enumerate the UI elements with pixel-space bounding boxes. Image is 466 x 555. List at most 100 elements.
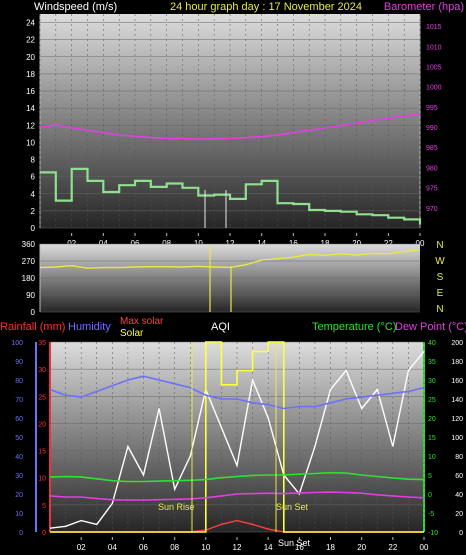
y-tick-label: 8: [31, 156, 36, 165]
y-tick-label: 16: [26, 87, 35, 96]
compass-label: E: [437, 288, 444, 299]
y-tick-label: 90: [26, 291, 35, 300]
temperature-tick-label: 35: [428, 359, 436, 366]
legend-dew-point: Dew Point (°C): [395, 321, 466, 333]
solar-tick-label: 40: [455, 492, 463, 499]
solar-tick-label: 180: [451, 359, 463, 366]
temperature-tick-label: -10: [428, 530, 438, 537]
y2-tick-label: 980: [426, 165, 438, 172]
y-tick-label: 4: [31, 190, 36, 199]
humidity-tick-label: 60: [15, 416, 23, 423]
rainfall-tick-label: 15: [38, 449, 46, 456]
graph-date-title: 24 hour graph day : 17 November 2024: [170, 1, 362, 13]
legend-temperature: Temperature (°C): [312, 321, 396, 333]
barometer-y-ticks: 970 975 980 985 990 995 1000 1005 1010 1015: [426, 24, 442, 213]
y2-tick-label: 990: [426, 125, 438, 132]
windspeed-panel: 024681012141618202224 970975980985990995…: [26, 1, 464, 248]
weather-graph: 024681012141618202224 970975980985990995…: [0, 1, 466, 552]
y-tick-label: 18: [26, 70, 35, 79]
legend-rainfall: Rainfall (mm): [0, 321, 65, 333]
temperature-tick-label: 40: [428, 340, 436, 347]
solar-y-ticks: 0 20 40 60 80 100 120 140 160 180 200: [451, 340, 463, 537]
humidity-tick-label: 10: [15, 511, 23, 518]
sunrise-label: Sun Rise: [158, 502, 195, 512]
x-tick-label: 02: [77, 543, 86, 552]
humidity-tick-label: 30: [15, 473, 23, 480]
solar-tick-label: 160: [451, 378, 463, 385]
temperature-tick-label: 25: [428, 397, 436, 404]
wind-direction-y-ticks: 0 90 180 270 360: [22, 240, 36, 317]
solar-tick-label: 100: [451, 435, 463, 442]
x-tick-label: 00: [420, 543, 429, 552]
solar-tick-label: 0: [459, 530, 463, 537]
x-tick-label: 06: [139, 543, 148, 552]
y-tick-label: 24: [26, 19, 35, 28]
y2-tick-label: 975: [426, 186, 438, 193]
humidity-tick-label: 20: [15, 492, 23, 499]
legend-humidity: Humidity: [68, 321, 111, 333]
y2-tick-label: 970: [426, 206, 438, 213]
y-tick-label: 6: [31, 173, 36, 182]
temperature-tick-label: 20: [428, 416, 436, 423]
x-tick-label: 10: [201, 543, 210, 552]
x-tick-label: 20: [357, 543, 366, 552]
x-tick-label: 08: [170, 543, 179, 552]
y2-tick-label: 985: [426, 145, 438, 152]
y-tick-label: 360: [22, 240, 36, 249]
legend-aqi: AQI: [211, 321, 230, 333]
y-tick-label: 14: [26, 104, 35, 113]
temperature-tick-label: 5: [428, 473, 432, 480]
humidity-tick-label: 70: [15, 397, 23, 404]
rainfall-tick-label: 30: [38, 367, 46, 374]
y2-tick-label: 1015: [426, 24, 442, 31]
solar-tick-label: 140: [451, 397, 463, 404]
barometer-title: Barometer (hpa): [384, 1, 464, 13]
compass-label: N: [436, 240, 443, 251]
y2-tick-label: 1005: [426, 64, 442, 71]
humidity-tick-label: 40: [15, 454, 23, 461]
y-tick-label: 22: [26, 36, 35, 45]
compass-label: W: [435, 256, 445, 267]
solar-tick-label: 60: [455, 473, 463, 480]
y2-tick-label: 1010: [426, 44, 442, 51]
temperature-tick-label: 10: [428, 454, 436, 461]
humidity-tick-label: 50: [15, 435, 23, 442]
humidity-y-ticks: 0 10 20 30 40 50 60 70 80 90 100: [11, 340, 23, 537]
humidity-tick-label: 90: [15, 359, 23, 366]
multi-sensor-panel: 0102030405060708090100 05101520253035 -1…: [0, 316, 466, 552]
y-tick-label: 0: [31, 224, 36, 233]
compass-labels: NWSEN: [435, 240, 445, 315]
sunset-time-label: Sun Set: [278, 538, 311, 548]
y-tick-label: 2: [31, 207, 36, 216]
y2-tick-label: 995: [426, 105, 438, 112]
rainfall-tick-label: 0: [42, 530, 46, 537]
humidity-tick-label: 100: [11, 340, 23, 347]
y-tick-label: 0: [31, 308, 36, 317]
solar-tick-label: 20: [455, 511, 463, 518]
x-tick-label: 22: [388, 543, 397, 552]
temperature-tick-label: -5: [428, 511, 434, 518]
rainfall-y-ticks: 0 5 10 15 20 25 30 35: [38, 340, 46, 537]
sunset-label: Sun Set: [276, 502, 309, 512]
humidity-tick-label: 80: [15, 378, 23, 385]
y-tick-label: 12: [26, 121, 35, 130]
rainfall-tick-label: 10: [38, 476, 46, 483]
y-tick-label: 10: [26, 138, 35, 147]
y2-tick-label: 1000: [426, 85, 442, 92]
y-tick-label: 270: [22, 257, 36, 266]
temperature-tick-label: 0: [428, 492, 432, 499]
solar-tick-label: 120: [451, 416, 463, 423]
x-tick-label: 18: [326, 543, 335, 552]
temperature-y-ticks: -10 -5 0 5 10 15 20 25 30 35 40: [428, 340, 438, 537]
rainfall-tick-label: 20: [38, 421, 46, 428]
temperature-tick-label: 30: [428, 378, 436, 385]
x-tick-label: 14: [264, 543, 273, 552]
rainfall-tick-label: 5: [42, 503, 46, 510]
multi-sensor-x-ticks: 02 04 06 08 10 12 14 16 18 20 22 00: [77, 537, 429, 552]
compass-label: S: [437, 272, 444, 283]
legend-solar: Solar: [120, 328, 144, 339]
windspeed-title: Windspeed (m/s): [34, 1, 117, 13]
wind-direction-panel: 090180270360 NWSEN: [22, 240, 446, 317]
windspeed-y-ticks: 024681012141618202224: [26, 19, 35, 233]
rainfall-tick-label: 25: [38, 394, 46, 401]
